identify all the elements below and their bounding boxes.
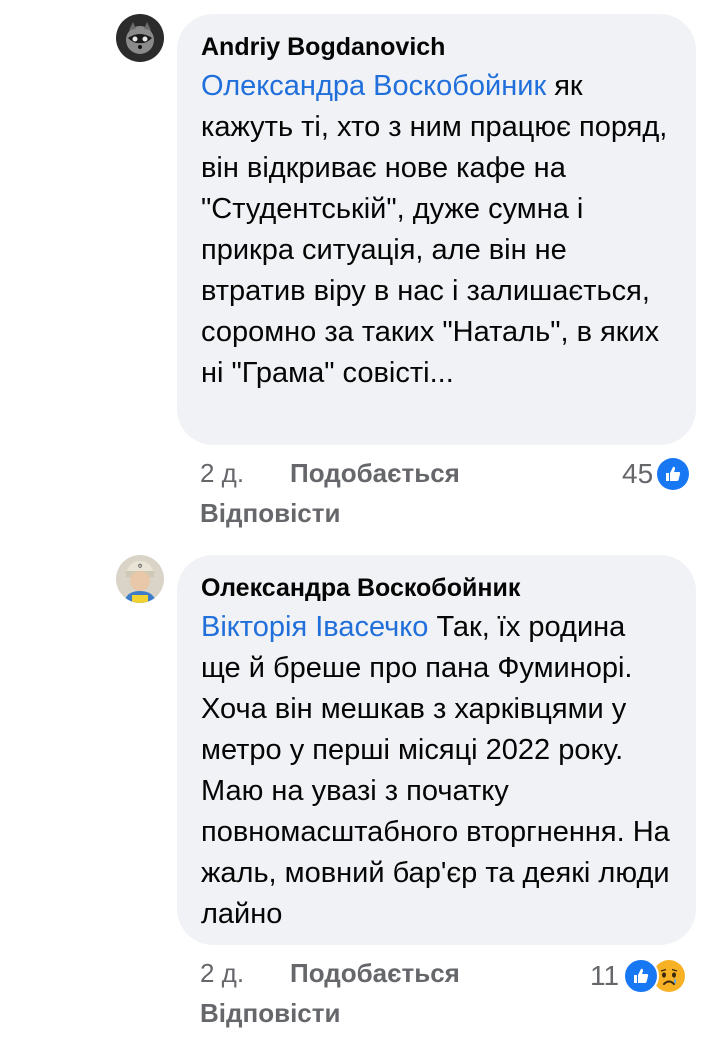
reply-button[interactable]: Відповісти [200,498,340,529]
reaction-count: 11 [590,960,620,991]
person-avatar-icon: Ф [116,555,164,603]
reaction-summary[interactable]: 11 [590,958,686,994]
comment-time[interactable]: 2 д. [200,458,244,489]
comment-body: Так, їх родина ще й бреше про пана Фумин… [201,611,670,930]
like-icon [657,458,690,490]
like-button[interactable]: Подобається [290,958,460,989]
raccoon-avatar-icon [116,14,164,62]
comment-bubble: Олександра Воскобойник Вікторія Івасечко… [177,555,696,945]
avatar[interactable]: Ф [116,555,164,603]
mention-link[interactable]: Олександра Воскобойник [201,70,546,102]
avatar[interactable] [116,14,164,62]
like-button[interactable]: Подобається [290,458,460,489]
comment-text: Олександра Воскобойник як кажуть ті, хто… [201,66,672,394]
reaction-count: 45 [622,458,654,489]
mention-link[interactable]: Вікторія Івасечко [201,611,428,643]
reaction-summary[interactable]: 45 [622,458,690,490]
comment-author[interactable]: Олександра Воскобойник [201,571,672,605]
comment-time[interactable]: 2 д. [200,958,244,989]
reply-button[interactable]: Відповісти [200,998,340,1029]
comment-author[interactable]: Andriy Bogdanovich [201,30,672,64]
comment-bubble: Andriy Bogdanovich Олександра Воскобойни… [177,14,696,445]
comment-text: Вікторія Івасечко Так, їх родина ще й бр… [201,607,672,935]
comment-body: як кажуть ті, хто з ним працює поряд, ві… [201,70,668,389]
svg-text:Ф: Ф [138,564,143,570]
like-icon [623,958,660,994]
